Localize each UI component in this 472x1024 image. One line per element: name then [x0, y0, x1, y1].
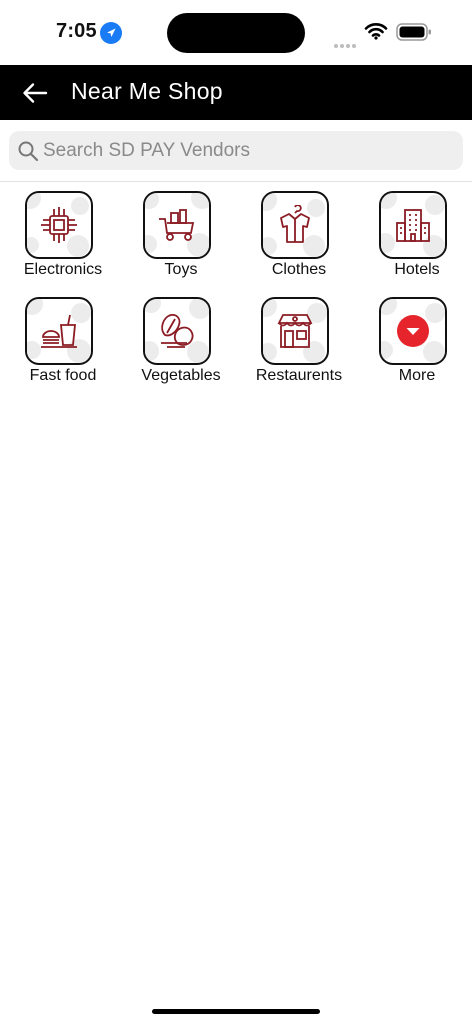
category-tile[interactable]: [261, 191, 329, 259]
category-electronics[interactable]: Electronics: [4, 191, 114, 285]
category-label: More: [398, 367, 436, 384]
search-input[interactable]: [43, 131, 443, 170]
status-time: 7:05: [56, 20, 97, 42]
category-hotels[interactable]: Hotels: [358, 191, 468, 285]
category-tile[interactable]: [143, 297, 211, 365]
category-label: Restaurents: [255, 367, 343, 384]
category-label: Vegetables: [141, 367, 221, 384]
microchip-icon: [41, 207, 77, 243]
category-vegetables[interactable]: Vegetables: [122, 297, 232, 391]
category-label: Clothes: [271, 261, 327, 278]
battery-icon: [396, 22, 432, 47]
search-bar[interactable]: [9, 131, 463, 170]
category-label: Toys: [164, 261, 198, 278]
category-restaurents[interactable]: Restaurents: [240, 297, 350, 391]
category-tile[interactable]: [25, 191, 93, 259]
toy-cart-icon: [159, 209, 195, 241]
category-label: Electronics: [23, 261, 103, 278]
category-more[interactable]: More: [358, 297, 468, 391]
location-arrow-icon: [100, 22, 122, 44]
app-header: Near Me Shop: [0, 65, 472, 120]
home-indicator: [152, 1009, 320, 1014]
category-tile[interactable]: [379, 191, 447, 259]
category-tile[interactable]: [261, 297, 329, 365]
chevron-down-icon: [397, 315, 429, 347]
divider: [0, 181, 472, 182]
status-bar: 7:05: [0, 0, 472, 64]
back-arrow-icon: [23, 83, 48, 103]
restaurant-store-icon: [277, 314, 313, 348]
search-icon: [17, 140, 39, 167]
back-button[interactable]: [16, 74, 54, 112]
category-tile[interactable]: [143, 191, 211, 259]
signal-icon: [334, 35, 358, 53]
shirt-hanger-icon: [280, 205, 310, 243]
category-label: Fast food: [29, 367, 97, 384]
wifi-icon: [364, 22, 388, 45]
dynamic-island: [167, 13, 305, 53]
vegetables-icon: [161, 313, 194, 348]
hotel-building-icon: [396, 209, 430, 242]
fast-food-icon: [41, 314, 77, 348]
category-fast-food[interactable]: Fast food: [4, 297, 114, 391]
more-tile[interactable]: [379, 297, 447, 365]
page-title: Near Me Shop: [71, 78, 223, 104]
category-label: Hotels: [394, 261, 440, 278]
category-toys[interactable]: Toys: [122, 191, 232, 285]
category-clothes[interactable]: Clothes: [240, 191, 350, 285]
category-tile[interactable]: [25, 297, 93, 365]
